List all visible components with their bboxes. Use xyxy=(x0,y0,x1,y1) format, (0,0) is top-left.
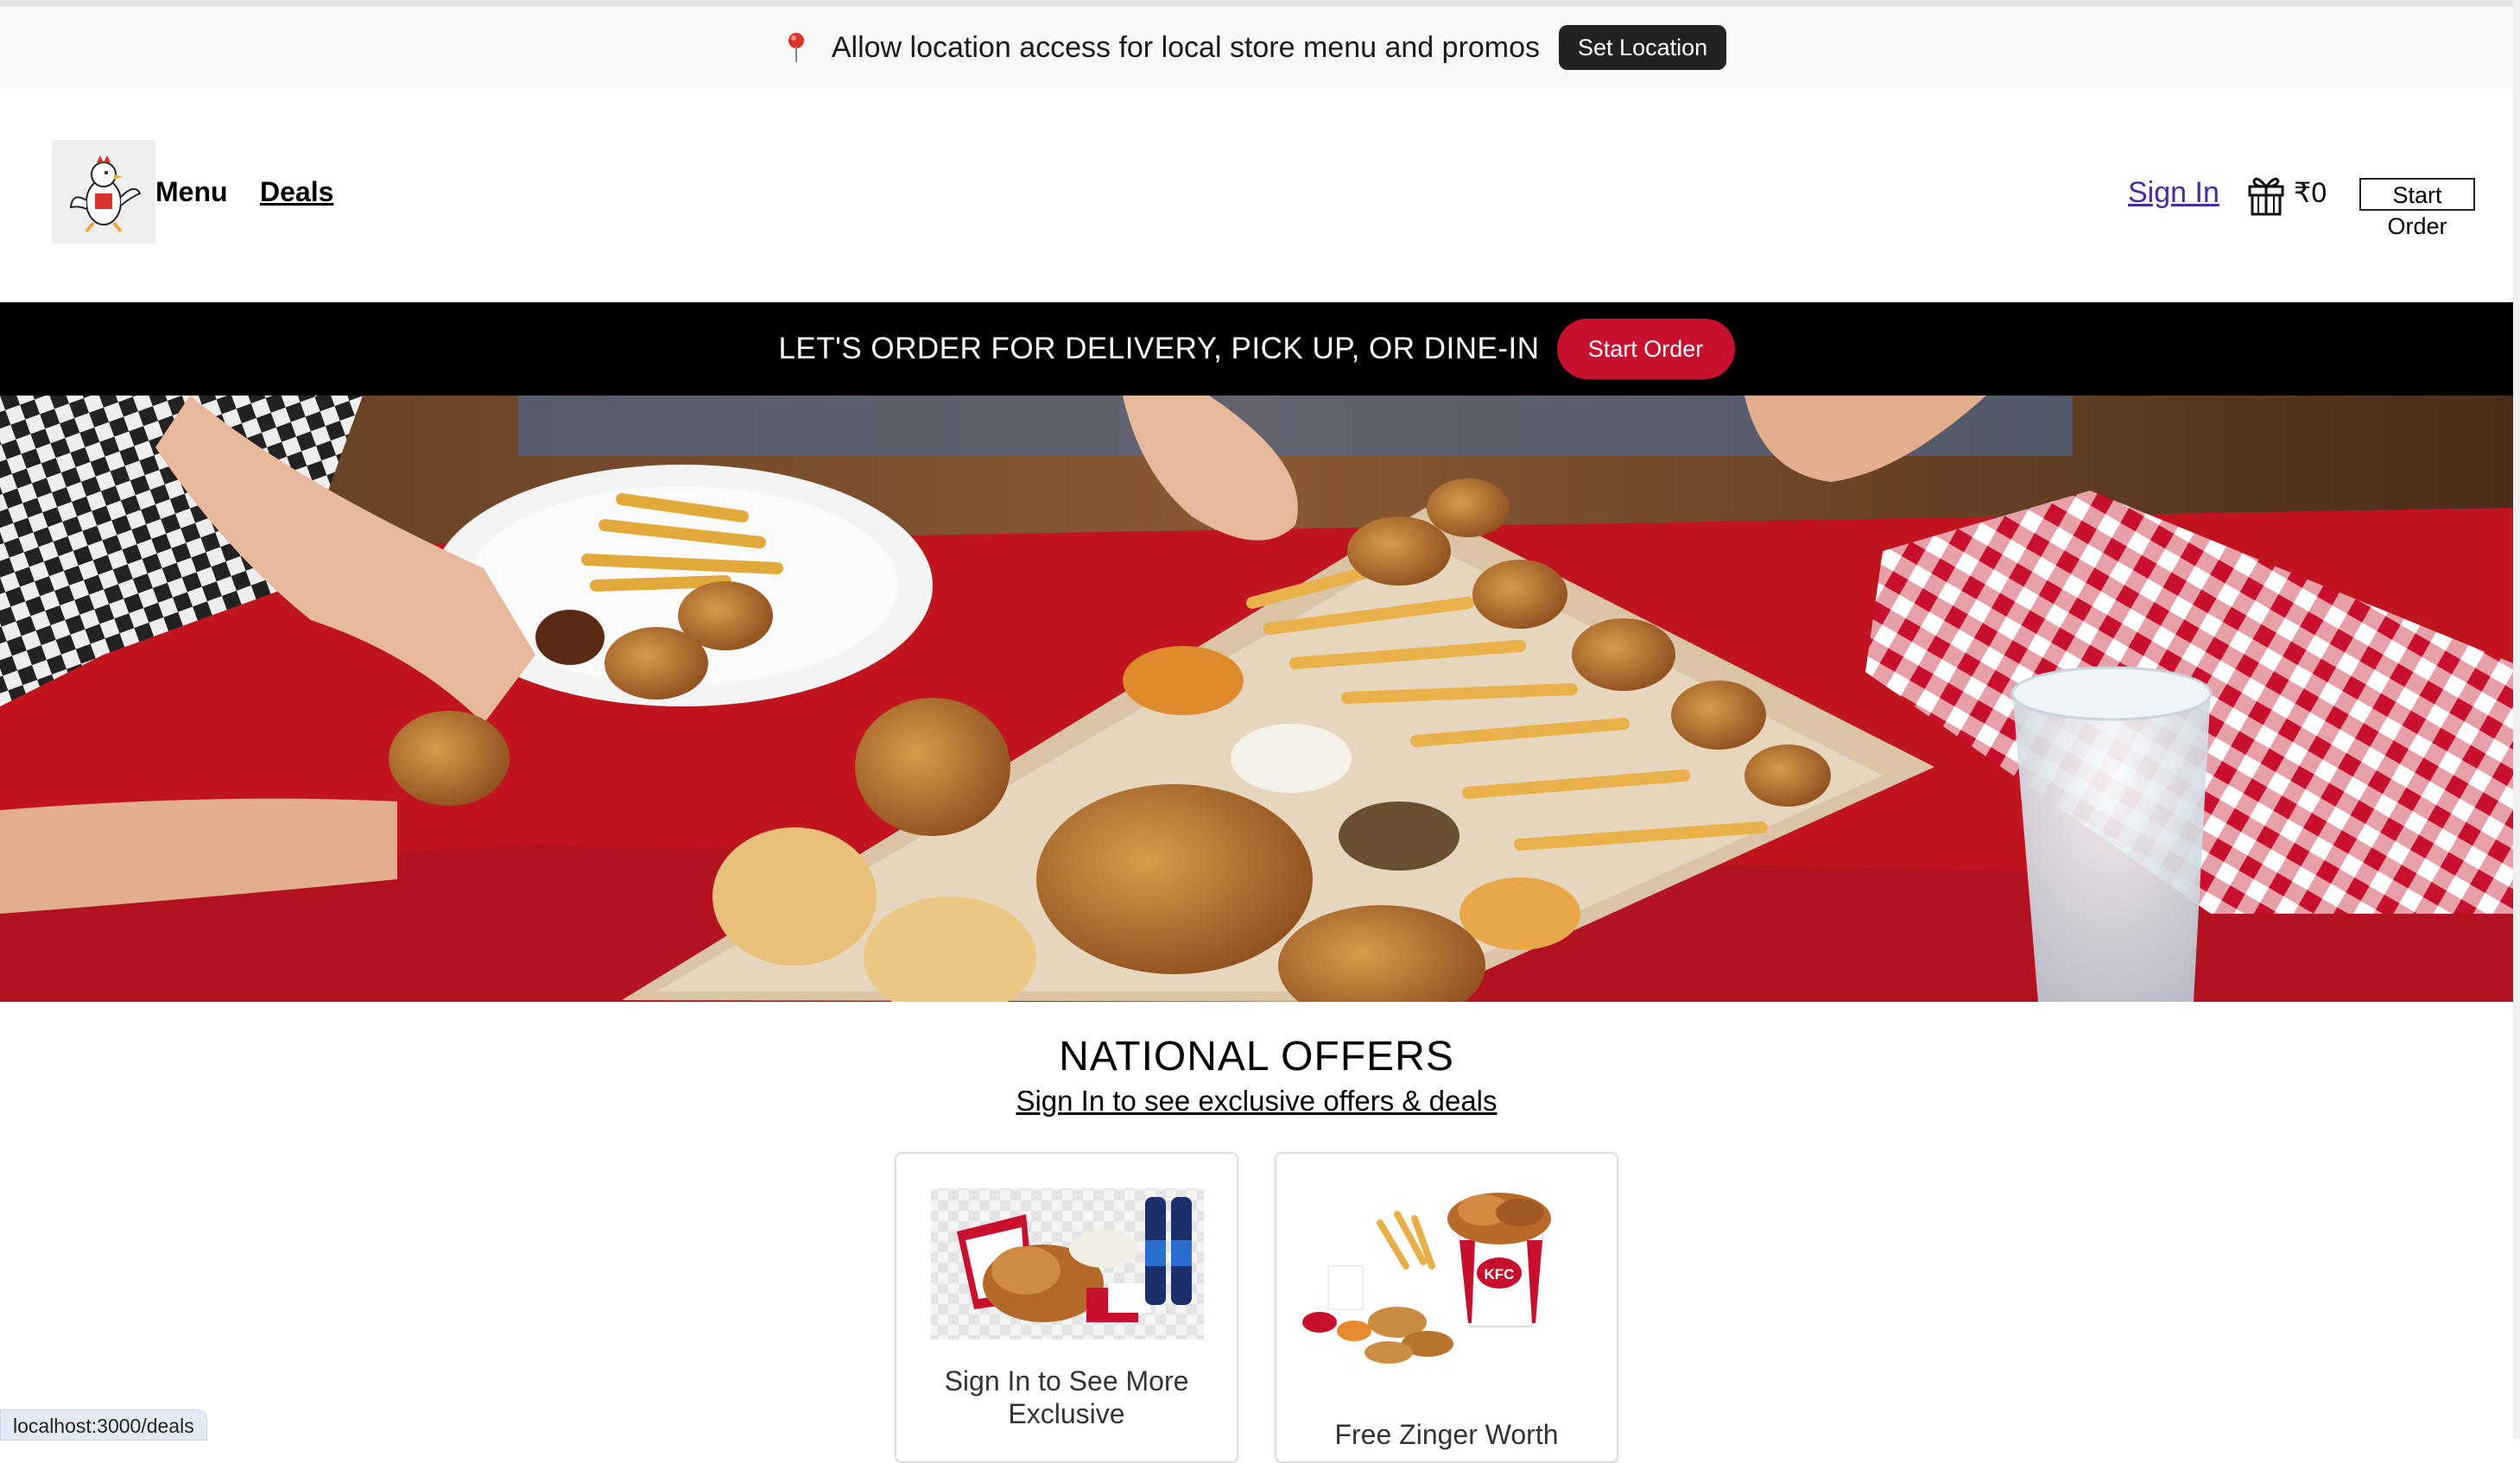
svg-text:KFC: KFC xyxy=(1485,1266,1515,1282)
cart-total[interactable]: ₹0 xyxy=(2294,176,2327,209)
order-banner-message: LET'S ORDER FOR DELIVERY, PICK UP, OR DI… xyxy=(778,332,1540,365)
gift-icon[interactable] xyxy=(2247,171,2285,216)
national-offers-title: NATIONAL OFFERS xyxy=(1059,1034,1454,1080)
sign-in-link[interactable]: Sign In xyxy=(2128,176,2219,210)
status-bar-url: localhost:3000/deals xyxy=(0,1409,207,1441)
offer-card-title: Sign In to See More Exclusive xyxy=(944,1365,1189,1429)
offer-card-title: Free Zinger Worth xyxy=(1334,1419,1559,1450)
map-pin-icon xyxy=(787,31,806,64)
nav-menu-link[interactable]: Menu xyxy=(155,176,228,208)
offer-card-image xyxy=(931,1188,1204,1340)
location-message: Allow location access for local store me… xyxy=(831,30,1541,64)
browser-top-border xyxy=(0,0,2520,7)
location-banner: Allow location access for local store me… xyxy=(0,7,2513,88)
page: Allow location access for local store me… xyxy=(0,0,2520,1463)
start-order-header-button[interactable]: Start Order xyxy=(2359,178,2475,239)
offer-card-image: KFC xyxy=(1302,1193,1551,1364)
site-header: Menu Deals Sign In ₹0 Start Order xyxy=(0,88,2513,302)
sign-in-offers-link[interactable]: Sign In to see exclusive offers & deals xyxy=(0,1085,2513,1118)
set-location-button[interactable]: Set Location xyxy=(1559,25,1727,70)
hero-image xyxy=(0,396,2513,1002)
offer-card[interactable]: Sign In to See More Exclusive xyxy=(895,1152,1238,1463)
start-order-button[interactable]: Start Order xyxy=(1556,319,1735,379)
nav-deals-link[interactable]: Deals xyxy=(260,176,333,208)
offer-card[interactable]: KFC Free Zinger Worth xyxy=(1275,1152,1618,1463)
brand-logo[interactable] xyxy=(52,140,155,244)
browser-right-edge xyxy=(2513,0,2520,1439)
order-banner: LET'S ORDER FOR DELIVERY, PICK UP, OR DI… xyxy=(0,302,2513,396)
